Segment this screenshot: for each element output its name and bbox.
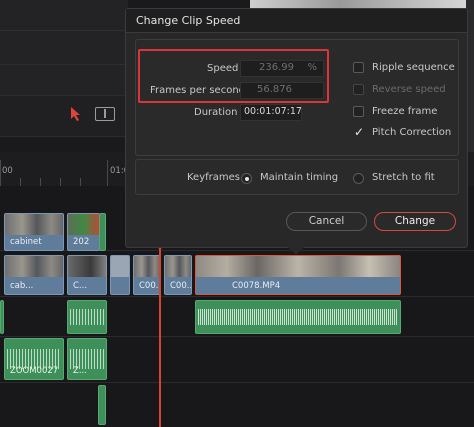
duration-input[interactable]: 00:01:07:17 <box>240 104 302 121</box>
keyframes-label: Keyframes <box>187 172 240 183</box>
reverse-speed-checkbox <box>353 84 364 95</box>
fps-input[interactable]: 56.876 <box>240 82 324 99</box>
fps-label: Frames per second <box>150 85 245 96</box>
viewer-preview-strip <box>250 0 474 8</box>
freeze-frame-label: Freeze frame <box>372 106 438 117</box>
stretch-to-fit-radio[interactable] <box>353 173 364 184</box>
maintain-timing-radio[interactable] <box>241 173 252 184</box>
clip-edge-green[interactable] <box>99 213 106 251</box>
audio-clip-a1[interactable] <box>67 300 107 334</box>
pitch-correction-checkbox[interactable]: ✓ <box>353 126 365 139</box>
ripple-sequence-label: Ripple sequence <box>372 62 455 73</box>
video-clip-c00-a[interactable]: C00... <box>133 255 161 295</box>
video-clip-c00-b[interactable]: C00... <box>164 255 192 295</box>
dialog-pointer <box>288 247 304 255</box>
selected-video-clip[interactable]: C0078.MP4 <box>195 255 401 295</box>
audio-clip-small[interactable] <box>98 385 106 425</box>
video-clip-c[interactable]: C... <box>67 255 107 295</box>
selection-cursor-icon[interactable] <box>70 106 82 122</box>
audio-clip-zoom0027[interactable]: ZOOM0027 <box>4 338 64 380</box>
ripple-sequence-checkbox[interactable] <box>353 62 364 73</box>
video-clip-cabinet[interactable]: cabinet <box>4 213 64 251</box>
dialog-title: Change Clip Speed <box>136 14 241 27</box>
change-button[interactable]: Change <box>374 212 456 231</box>
freeze-frame-checkbox[interactable] <box>353 106 364 117</box>
video-clip-202[interactable]: 202 <box>67 213 100 251</box>
dialog-title-bar[interactable]: Change Clip Speed <box>126 9 467 33</box>
trim-edit-icon[interactable] <box>95 107 115 121</box>
duration-label: Duration <box>194 107 238 118</box>
speed-label: Speed <box>207 63 239 74</box>
audio-clip-z[interactable]: Z... <box>67 338 107 380</box>
video-clip-cab[interactable]: cab... <box>4 255 64 295</box>
maintain-timing-label: Maintain timing <box>260 172 339 183</box>
reverse-speed-label: Reverse speed <box>372 84 446 95</box>
top-left-panel <box>0 0 128 95</box>
cancel-button[interactable]: Cancel <box>286 212 367 231</box>
video-clip-small[interactable] <box>110 255 130 295</box>
speed-input[interactable]: 236.99 % <box>240 60 324 77</box>
playhead[interactable] <box>159 248 161 427</box>
ruler-label-start: 00 <box>2 166 13 176</box>
pitch-correction-label: Pitch Correction <box>372 127 452 138</box>
change-clip-speed-dialog: Change Clip Speed Speed 236.99 % Frames … <box>125 8 468 248</box>
stretch-to-fit-label: Stretch to fit <box>372 172 435 183</box>
speed-unit: % <box>307 62 317 73</box>
selected-audio-clip[interactable] <box>195 300 401 334</box>
audio-clip-edge[interactable] <box>0 300 4 334</box>
